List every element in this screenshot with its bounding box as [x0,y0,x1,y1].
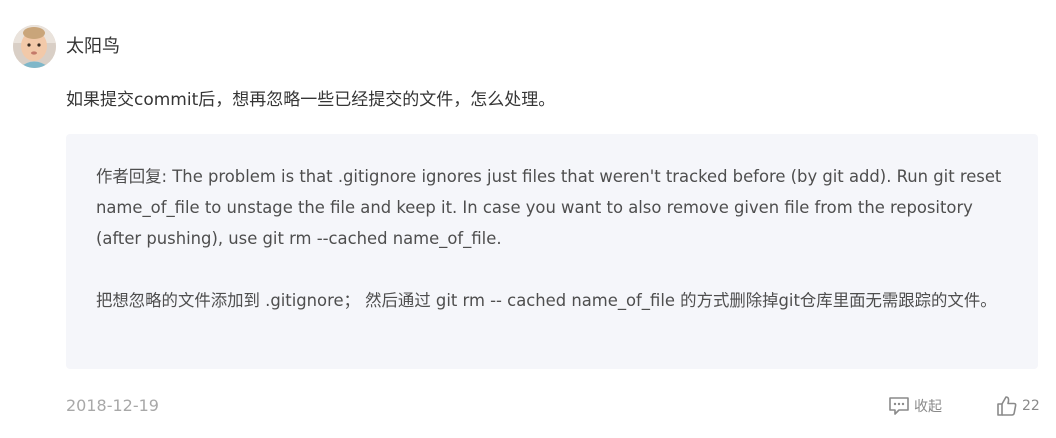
author-reply-paragraph: 把想忽略的文件添加到 .gitignore； 然后通过 git rm -- ca… [96,291,997,310]
avatar[interactable] [13,25,56,68]
collapse-label: 收起 [914,399,942,415]
comment-footer: 2018-12-19 收起 22 [66,393,1040,419]
comment-text: 如果提交commit后，想再忽略一些已经提交的文件，怎么处理。 [66,90,556,110]
like-count: 22 [1022,398,1040,414]
username[interactable]: 太阳鸟 [66,35,120,59]
message-square-icon [888,396,910,416]
avatar-image [13,25,56,68]
collapse-button[interactable]: 收起 [888,393,942,419]
author-reply-paragraph: 作者回复: The problem is that .gitignore ign… [96,167,1002,248]
author-reply-box: 作者回复: The problem is that .gitignore ign… [66,134,1038,369]
comment-date: 2018-12-19 [66,396,159,415]
thumbs-up-icon [996,395,1018,417]
like-button[interactable]: 22 [996,393,1040,419]
comment-card: 太阳鸟 如果提交commit后，想再忽略一些已经提交的文件，怎么处理。 作者回复… [0,0,1056,438]
